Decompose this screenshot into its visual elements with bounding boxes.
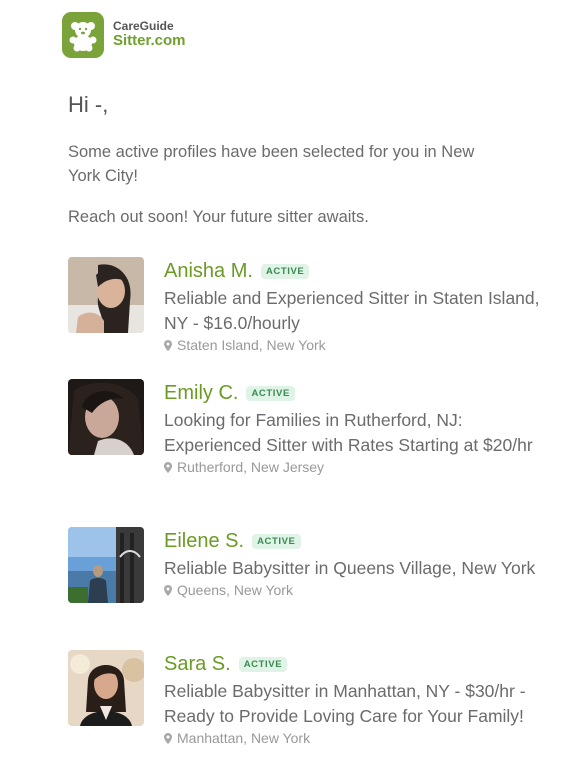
reach-out-text: Reach out soon! Your future sitter await… (68, 208, 369, 226)
profile-name[interactable]: Anisha M. (164, 260, 253, 283)
profile-location: Manhattan, New York (164, 730, 544, 746)
location-text: Staten Island, New York (177, 337, 326, 353)
teddy-bear-logo-icon (62, 12, 104, 58)
profile-description[interactable]: Reliable Babysitter in Queens Village, N… (164, 556, 544, 581)
brand-line1: CareGuide (113, 18, 174, 33)
location-text: Manhattan, New York (177, 730, 311, 746)
active-badge: ACTIVE (246, 385, 295, 401)
profile-location: Rutherford, New Jersey (164, 459, 544, 475)
profile-name[interactable]: Emily C. (164, 382, 238, 405)
profile-location: Staten Island, New York (164, 337, 544, 353)
location-pin-icon (164, 584, 172, 596)
profile-photo[interactable] (68, 379, 144, 455)
intro-text: Some active profiles have been selected … (68, 143, 475, 185)
brand-name: CareGuide Sitter.com (113, 18, 186, 50)
location-pin-icon (164, 461, 172, 473)
brand-line2: Sitter.com (113, 32, 186, 50)
profile-photo[interactable] (68, 650, 144, 726)
greeting: Hi -, (68, 92, 109, 117)
location-pin-icon (164, 732, 172, 744)
location-text: Queens, New York (177, 582, 293, 598)
profile-name[interactable]: Sara S. (164, 653, 231, 676)
active-badge: ACTIVE (252, 533, 301, 549)
brand-header[interactable]: CareGuide Sitter.com (62, 12, 186, 58)
profile-description[interactable]: Reliable Babysitter in Manhattan, NY - $… (164, 679, 544, 729)
location-pin-icon (164, 339, 172, 351)
profile-description[interactable]: Reliable and Experienced Sitter in State… (164, 286, 544, 336)
profile-name[interactable]: Eilene S. (164, 530, 244, 553)
active-badge: ACTIVE (238, 656, 288, 672)
profile-photo[interactable] (68, 257, 144, 333)
location-text: Rutherford, New Jersey (177, 459, 325, 475)
active-badge: ACTIVE (260, 263, 310, 279)
profile-photo[interactable] (68, 527, 144, 603)
profile-location: Queens, New York (164, 582, 544, 598)
profile-description[interactable]: Looking for Families in Rutherford, NJ: … (164, 408, 544, 458)
